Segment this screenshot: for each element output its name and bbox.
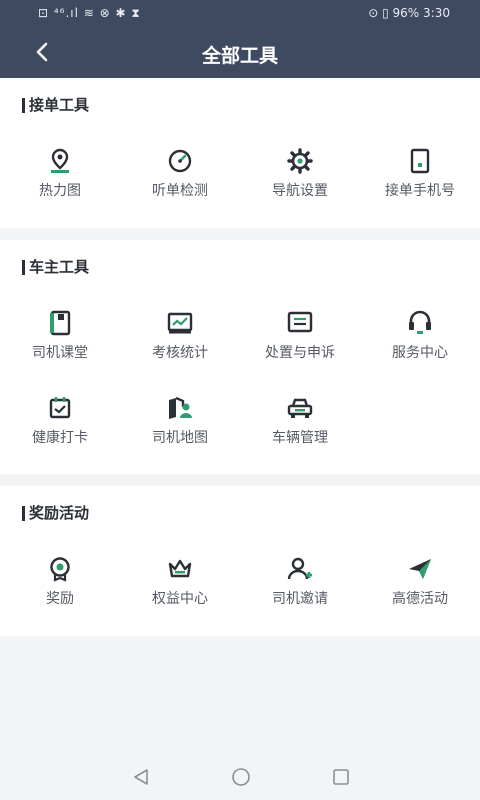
circle-home-icon <box>232 768 250 786</box>
status-indicators: ⊡ ⁴⁶.ıl ≋ ⊗ ✱ ⧗ <box>38 6 141 20</box>
tool-label: 高德活动 <box>392 591 448 607</box>
tool-label: 服务中心 <box>392 345 448 361</box>
tool-health-checkin[interactable]: 健康打卡 <box>0 395 120 455</box>
tool-label: 接单手机号 <box>385 183 455 199</box>
title-bar: 全部工具 <box>0 30 480 78</box>
tool-service-center[interactable]: 服务中心 <box>360 310 480 370</box>
tool-label: 司机邀请 <box>272 591 328 607</box>
tool-amap-activity[interactable]: 高德活动 <box>360 556 480 616</box>
system-nav-bar <box>0 752 480 800</box>
nav-back-button[interactable] <box>128 764 154 790</box>
tool-label: 导航设置 <box>272 183 328 199</box>
calendar-check-icon <box>46 395 74 421</box>
paper-plane-icon <box>406 556 434 582</box>
add-user-icon <box>286 556 314 582</box>
clock-text: 3:30 <box>423 6 450 20</box>
triangle-back-icon <box>134 769 148 785</box>
tool-order-phone[interactable]: 接单手机号 <box>360 148 480 208</box>
map-driver-icon <box>166 395 194 421</box>
section-driver-tools: 车主工具 司机课堂 考核统计 处置与申诉 服务中心 健康打卡 司机地图 车辆管理 <box>0 240 480 474</box>
tool-label: 司机地图 <box>152 430 208 446</box>
tool-vehicle-management[interactable]: 车辆管理 <box>240 395 360 455</box>
tool-label: 奖励 <box>46 591 74 607</box>
section-order-tools: 接单工具 热力图 听单检测 导航设置 接单手机号 <box>0 78 480 228</box>
crown-icon <box>166 556 194 582</box>
page-title: 全部工具 <box>201 45 278 67</box>
battery-text: ⊙ ▯ 96% <box>368 6 420 20</box>
phone-icon <box>406 148 434 174</box>
tool-assessment-stats[interactable]: 考核统计 <box>120 310 240 370</box>
section-title: 接单工具 <box>22 98 89 113</box>
tool-label: 司机课堂 <box>32 345 88 361</box>
tool-label: 车辆管理 <box>272 430 328 446</box>
headset-icon <box>406 310 434 336</box>
car-icon <box>286 395 314 421</box>
status-battery-time: ⊙ ▯ 96% 3:30 <box>368 6 450 20</box>
message-icon <box>286 310 314 336</box>
tool-label: 听单检测 <box>152 183 208 199</box>
speedometer-icon <box>166 148 194 174</box>
section-rewards: 奖励活动 奖励 权益中心 司机邀请 高德活动 <box>0 486 480 636</box>
square-recents-icon <box>333 769 349 785</box>
tool-driver-map[interactable]: 司机地图 <box>120 395 240 455</box>
tool-label: 健康打卡 <box>32 430 88 446</box>
tool-heatmap[interactable]: 热力图 <box>0 148 120 208</box>
medal-icon <box>46 556 74 582</box>
tool-label: 权益中心 <box>152 591 208 607</box>
nav-recents-button[interactable] <box>328 764 354 790</box>
tool-driver-invite[interactable]: 司机邀请 <box>240 556 360 616</box>
tool-label: 考核统计 <box>152 345 208 361</box>
section-title: 奖励活动 <box>22 506 89 521</box>
notebook-icon <box>46 310 74 336</box>
tool-driver-class[interactable]: 司机课堂 <box>0 310 120 370</box>
tool-rewards[interactable]: 奖励 <box>0 556 120 616</box>
chart-icon <box>166 310 194 336</box>
tool-label: 热力图 <box>39 183 81 199</box>
gear-icon <box>286 148 314 174</box>
tool-benefits-center[interactable]: 权益中心 <box>120 556 240 616</box>
heatmap-pin-icon <box>46 148 74 174</box>
tool-disposal-appeal[interactable]: 处置与申诉 <box>240 310 360 370</box>
status-bar: ⊡ ⁴⁶.ıl ≋ ⊗ ✱ ⧗ ⊙ ▯ 96% 3:30 <box>0 0 480 28</box>
section-title: 车主工具 <box>22 260 89 275</box>
tool-nav-settings[interactable]: 导航设置 <box>240 148 360 208</box>
top-bar: ⊡ ⁴⁶.ıl ≋ ⊗ ✱ ⧗ ⊙ ▯ 96% 3:30 全部工具 <box>0 0 480 78</box>
tool-order-check[interactable]: 听单检测 <box>120 148 240 208</box>
nav-home-button[interactable] <box>228 764 254 790</box>
tool-label: 处置与申诉 <box>265 345 335 361</box>
all-tools-screen: ⊡ ⁴⁶.ıl ≋ ⊗ ✱ ⧗ ⊙ ▯ 96% 3:30 全部工具 接单工具 热… <box>0 0 480 800</box>
